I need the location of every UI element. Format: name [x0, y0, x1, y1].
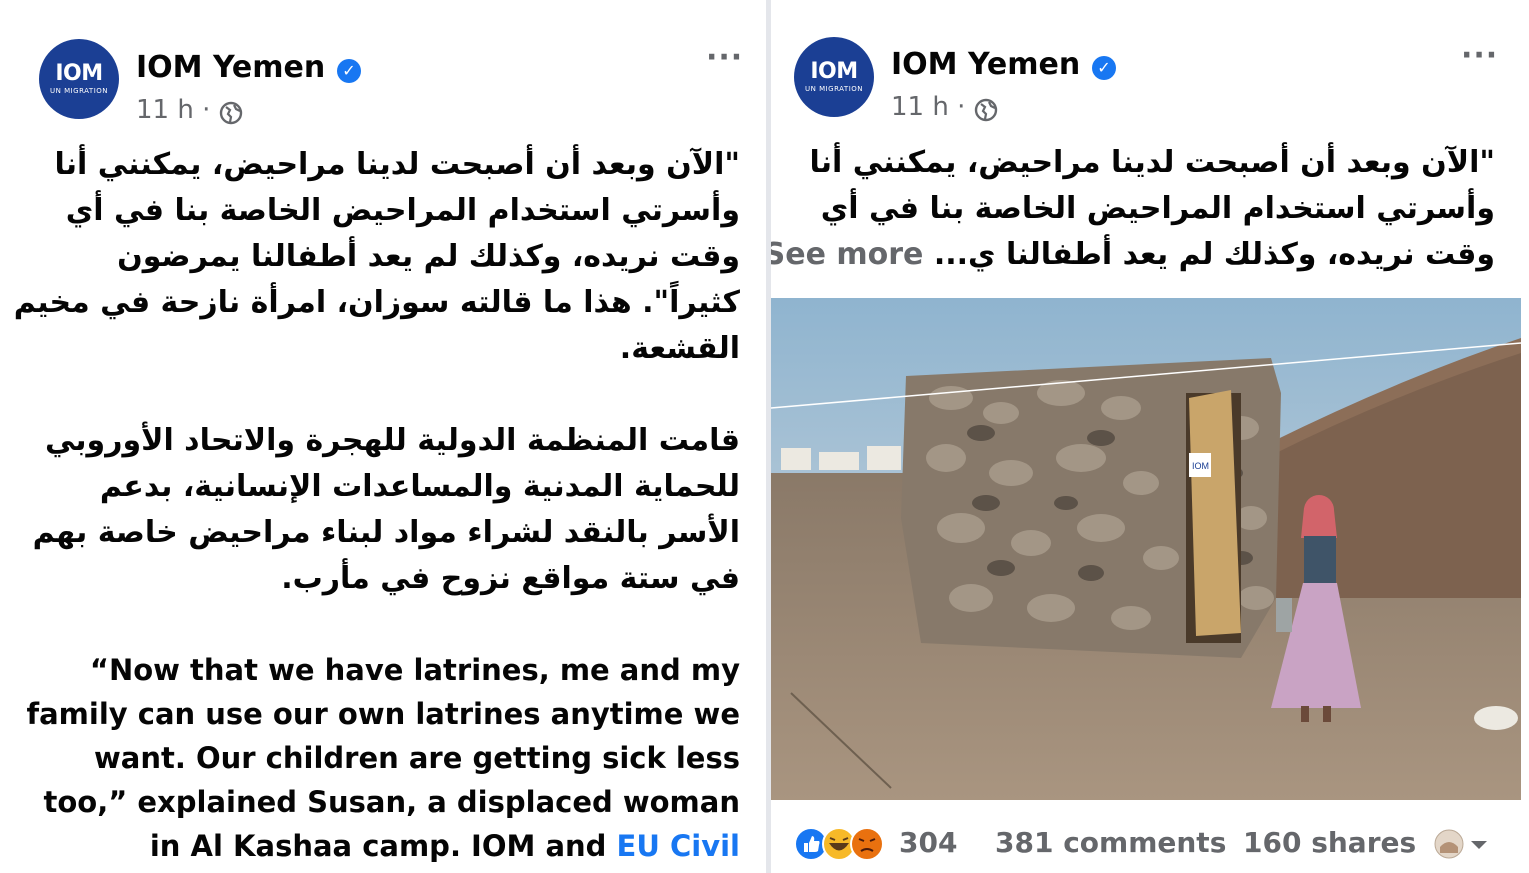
left-post: IOM UN MIGRATION IOM Yemen ✓ 11 h · ··· …	[0, 0, 767, 873]
avatar-logo-text: IOM	[810, 59, 858, 84]
arabic-paragraph-1: "الآن وبعد أن أصبحت لدينا مراحيض، يمكنني…	[13, 142, 741, 372]
right-post: IOM UN MIGRATION IOM Yemen ✓ 11 h · ··· …	[771, 0, 1529, 873]
arabic-text: "الآن وبعد أن أصبحت لدينا مراحيض، يمكنني…	[771, 140, 1496, 278]
text-line: كثيراً". هذا ما قالته سوزان، امرأة نازحة…	[13, 285, 740, 320]
see-more-link[interactable]: See more	[771, 237, 923, 272]
post-time[interactable]: 11 h	[891, 92, 949, 122]
post-photo[interactable]: IOM	[771, 298, 1521, 800]
text-line: وقت نريده، وكذلك لم يعد أطفالنا يمرضون	[117, 239, 740, 274]
page-name[interactable]: IOM Yemen	[136, 50, 325, 85]
reaction-selector-button[interactable]	[1433, 827, 1493, 861]
english-paragraph: “Now that we have latrines, me and my fa…	[20, 648, 740, 868]
photo-iom-label: IOM	[1192, 461, 1209, 471]
reaction-count[interactable]: 304	[899, 826, 957, 859]
text-line: للحماية المدنية والمساعدات الإنسانية، بد…	[99, 469, 740, 504]
text-line: too,” explained Susan, a displaced woman	[43, 785, 740, 819]
eu-civil-link[interactable]: EU Civil	[617, 829, 740, 863]
page-name[interactable]: IOM Yemen	[891, 47, 1080, 82]
post-time[interactable]: 11 h	[136, 95, 194, 125]
post-meta: 11 h ·	[136, 95, 210, 125]
text-line: وأسرتي استخدام المراحيض الخاصة بنا في أي	[65, 193, 740, 228]
text-line: "الآن وبعد أن أصبحت لدينا مراحيض، يمكنني…	[54, 147, 741, 182]
post-meta: 11 h ·	[891, 92, 965, 122]
text-segment: وقت نريده، وكذلك لم يعد أطفالنا ي...	[933, 237, 1495, 272]
more-options-button[interactable]: ···	[706, 40, 743, 75]
globe-icon	[219, 101, 243, 125]
text-line: القشعة.	[619, 331, 740, 366]
globe-icon	[974, 98, 998, 122]
avatar[interactable]: IOM UN MIGRATION	[39, 39, 119, 119]
text-line: “Now that we have latrines, me and my	[89, 653, 740, 687]
avatar[interactable]: IOM UN MIGRATION	[794, 37, 874, 117]
text-line: قامت المنظمة الدولية للهجرة والاتحاد الأ…	[44, 423, 740, 458]
text-line: وقت نريده، وكذلك لم يعد أطفالنا ي... See…	[771, 232, 1495, 278]
meta-separator: ·	[957, 92, 966, 122]
more-options-button[interactable]: ···	[1461, 38, 1498, 73]
text-line: "الآن وبعد أن أصبحت لدينا مراحيض، يمكنني…	[809, 145, 1496, 180]
meta-separator: ·	[202, 95, 211, 125]
arabic-paragraph-2: قامت المنظمة الدولية للهجرة والاتحاد الأ…	[32, 418, 740, 602]
shares-count[interactable]: 160 shares	[1243, 826, 1416, 859]
text-line: وأسرتي استخدام المراحيض الخاصة بنا في أي	[820, 191, 1495, 226]
avatar-sub-text: UN MIGRATION	[49, 87, 109, 95]
reactions-icons[interactable]	[793, 826, 893, 862]
text-line: في ستة مواقع نزوح في مأرب.	[281, 561, 740, 596]
angry-icon	[850, 827, 884, 861]
verified-icon: ✓	[1092, 56, 1116, 80]
text-line: الأسر بالنقد لشراء مواد لبناء مراحيض خاص…	[32, 515, 740, 550]
avatar-logo-text: IOM	[55, 61, 103, 86]
verified-icon: ✓	[337, 59, 361, 83]
chevron-down-icon	[1471, 841, 1487, 849]
avatar-sub-text: UN MIGRATION	[804, 85, 864, 93]
text-segment: in Al Kashaa camp. IOM and	[149, 829, 617, 863]
text-line: want. Our children are getting sick less	[93, 741, 740, 775]
text-line: in Al Kashaa camp. IOM and EU Civil	[20, 824, 740, 868]
comments-count[interactable]: 381 comments	[995, 826, 1226, 859]
text-line: family can use our own latrines anytime …	[26, 697, 740, 731]
